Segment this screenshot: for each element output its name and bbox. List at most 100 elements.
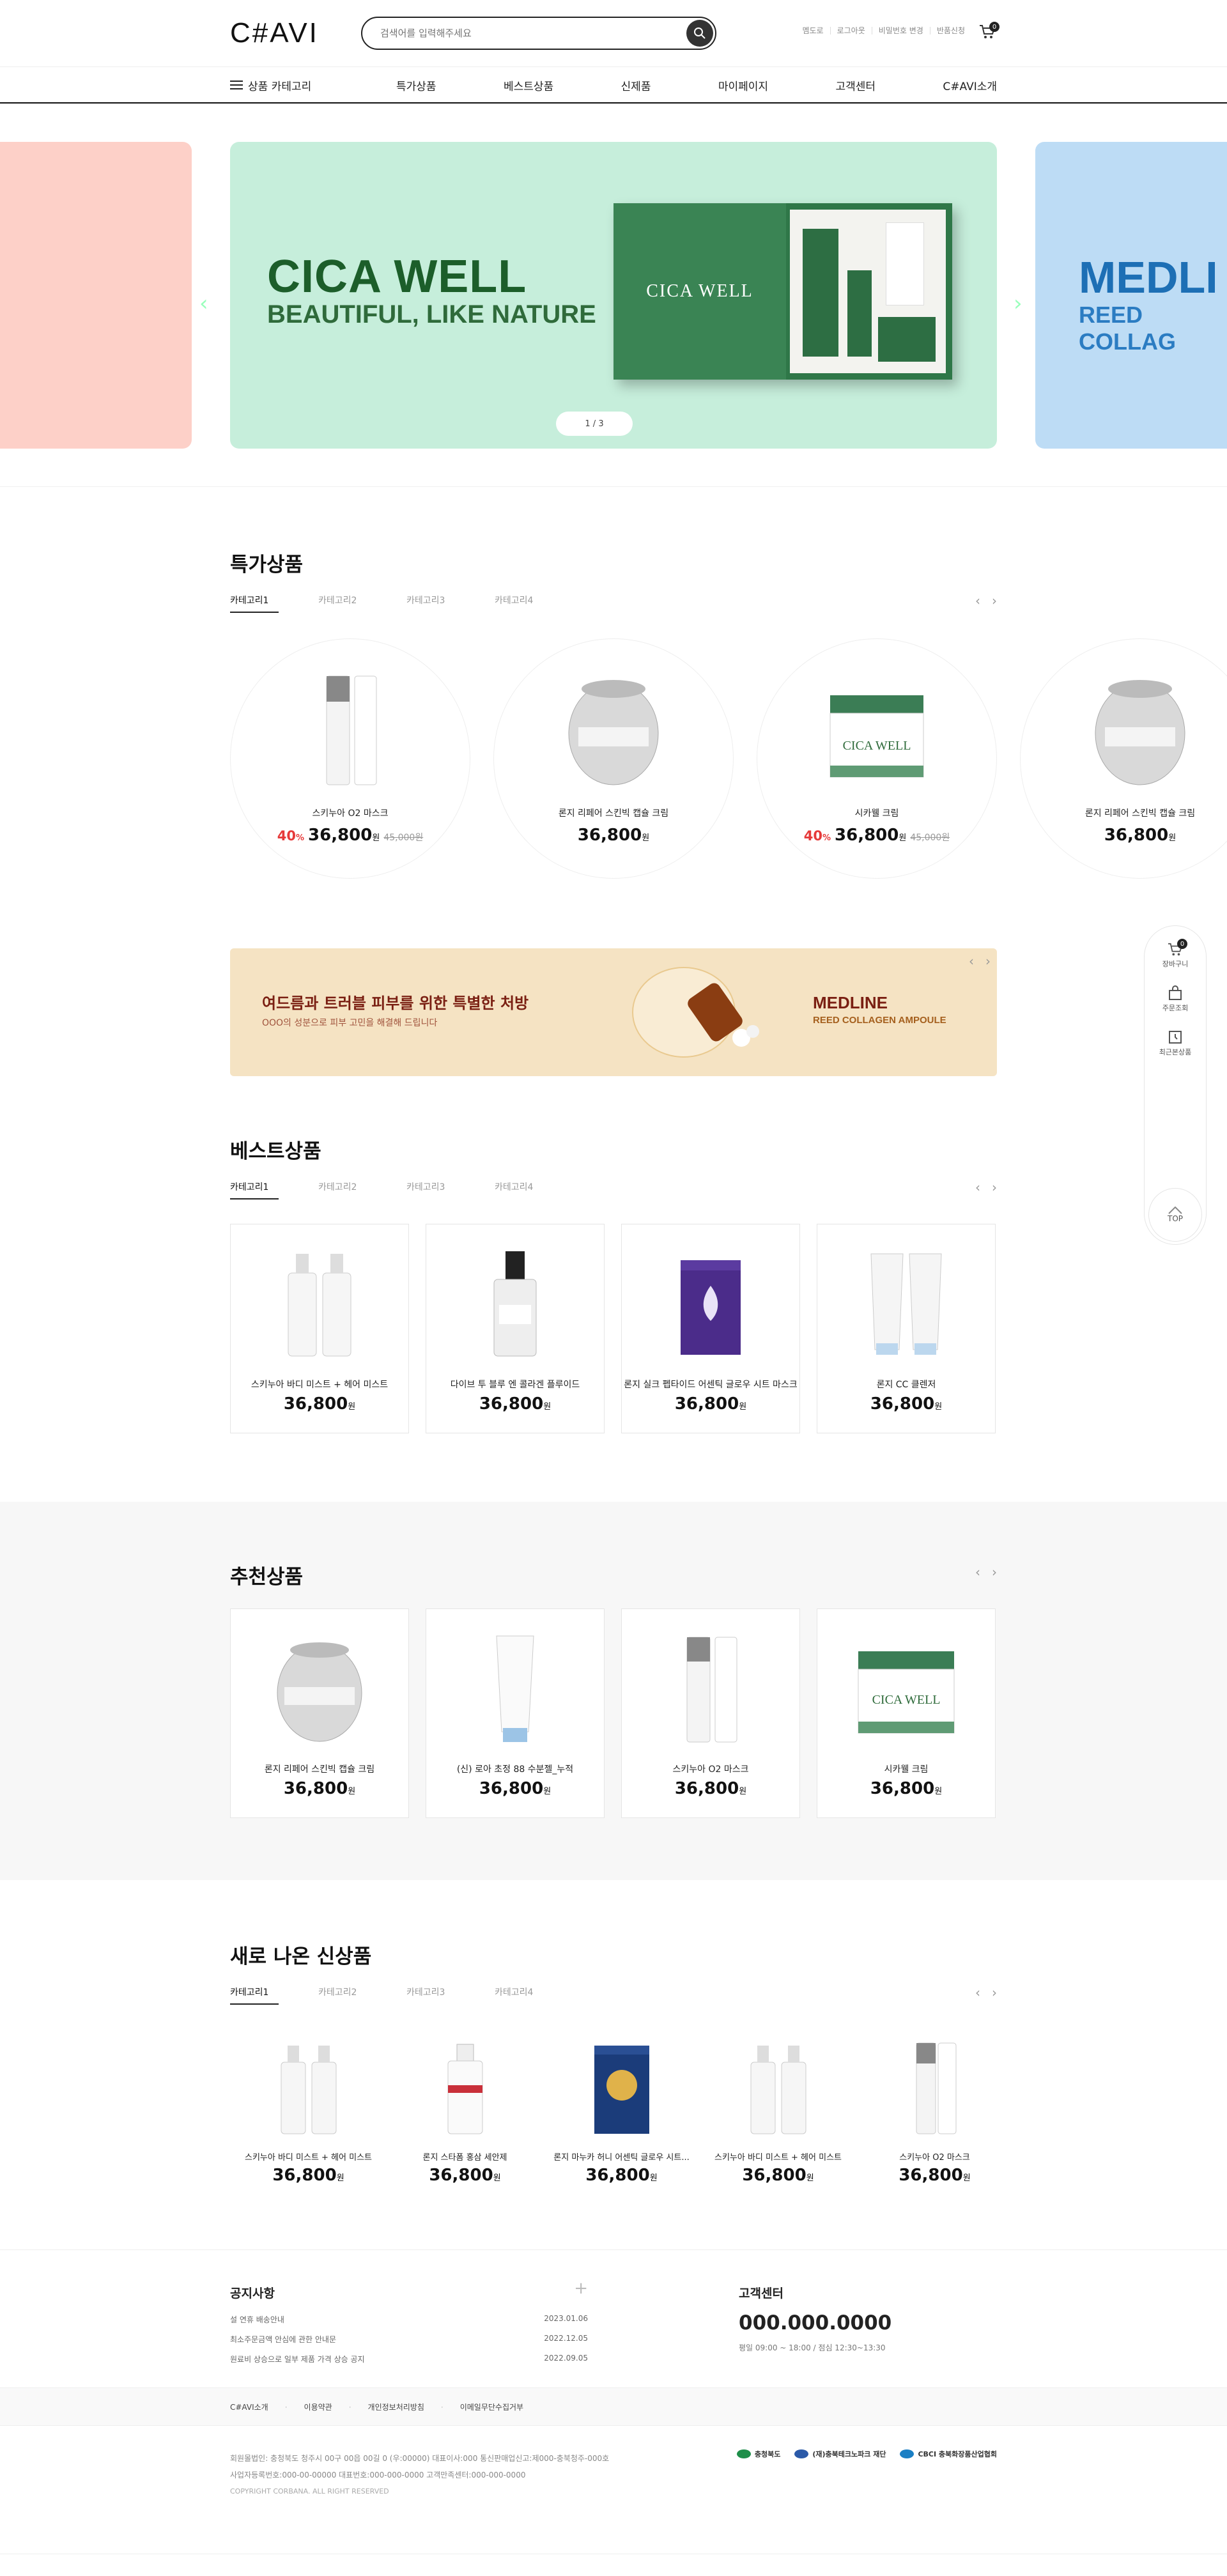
product-card[interactable]: 스키누아 O2 마스크 36,800원: [621, 1608, 800, 1818]
nav-item-special[interactable]: 특가상품: [396, 77, 436, 93]
quick-recent[interactable]: 최근본상품: [1145, 1030, 1206, 1057]
product-name: 스키누아 O2 마스크: [312, 808, 389, 819]
tab-category-3[interactable]: 카테고리3: [406, 1180, 495, 1199]
next-arrow-icon[interactable]: ›: [992, 593, 997, 608]
util-link[interactable]: 로그아웃: [830, 27, 872, 35]
partner-logo[interactable]: 충청북도: [736, 2449, 780, 2459]
prev-arrow-icon[interactable]: ‹: [975, 1985, 980, 2000]
notice-item[interactable]: 원료비 상승으로 일부 제품 가격 상승 공지 2022.09.05: [230, 2354, 588, 2364]
product-card[interactable]: 론지 스타폼 홍삼 세안제 36,800원: [387, 2034, 543, 2207]
product-image: [686, 1637, 737, 1743]
tab-category-3[interactable]: 카테고리3: [406, 594, 495, 613]
nav-item-about[interactable]: C#AVI소개: [943, 77, 997, 93]
search-icon: [694, 27, 706, 39]
product-image: [493, 1251, 537, 1357]
product-name: 스키누아 바디 미스트 + 헤어 미스트: [251, 1380, 389, 1390]
product-card[interactable]: 론지 마누카 허니 어센틱 글로우 시트... 36,800원: [543, 2034, 700, 2207]
product-price: 36,800원: [479, 1394, 552, 1414]
cs-hours: 평일 09:00 ~ 18:00 / 점심 12:30~13:30: [739, 2343, 886, 2352]
footer-link-about[interactable]: C#AVI소개: [230, 2388, 285, 2426]
product-card[interactable]: CICA WELL 시카웰 크림 36,800원: [817, 1608, 996, 1818]
nav-item-new[interactable]: 신제품: [621, 77, 651, 93]
best-section: 베스트상품 카테고리1 카테고리2 카테고리3 카테고리4 ‹ › 스키누아 바…: [230, 1135, 997, 1433]
search-button[interactable]: [686, 20, 713, 47]
footer-link-email[interactable]: 이메일무단수집거부: [460, 2388, 540, 2426]
tab-category-1[interactable]: 카테고리1: [230, 594, 279, 613]
section-title: 새로 나온 신상품: [230, 1945, 372, 1968]
prev-arrow-icon[interactable]: ‹: [975, 593, 980, 608]
product-card[interactable]: 론지 리페어 스킨빅 캡슐 크림 36,800원: [493, 638, 734, 879]
tab-category-4[interactable]: 카테고리4: [495, 1986, 583, 2005]
product-image: [870, 1253, 942, 1355]
product-card[interactable]: 다이브 투 블루 엔 콜라겐 플루이드 36,800원: [426, 1224, 605, 1433]
product-card[interactable]: 론지 CC 클렌저 36,800원: [817, 1224, 996, 1433]
tab-category-1[interactable]: 카테고리1: [230, 1986, 279, 2005]
tab-category-3[interactable]: 카테고리3: [406, 1986, 495, 2005]
site-logo[interactable]: C#AVI: [230, 17, 361, 49]
footer-link-privacy[interactable]: 개인정보처리방침: [368, 2388, 441, 2426]
util-link[interactable]: 반품신청: [929, 27, 971, 35]
prev-arrow-icon[interactable]: ‹: [975, 1180, 980, 1195]
cs-title: 고객센터: [739, 2287, 783, 2301]
hero-next-arrow[interactable]: ›: [1014, 293, 1022, 314]
hero-slide-next[interactable]: MEDLI REED COLLAG: [1035, 142, 1227, 449]
nav-item-support[interactable]: 고객센터: [835, 77, 876, 93]
util-link[interactable]: 멤도로: [796, 27, 830, 35]
promo-brand: MEDLINE: [813, 993, 888, 1012]
product-card[interactable]: 론지 리페어 스킨빅 캡슐 크림 36,800원: [230, 1608, 409, 1818]
product-image: [681, 1260, 741, 1355]
product-card[interactable]: 스키누아 바디 미스트 + 헤어 미스트 36,800원: [230, 1224, 409, 1433]
customer-center: 고객센터 000.000.0000 평일 09:00 ~ 18:00 / 점심 …: [739, 2284, 891, 2353]
quick-cart[interactable]: 0 장바구니: [1145, 939, 1206, 969]
product-card[interactable]: 론지 리페어 스킨빅 캡슐 크림 36,800원: [1020, 638, 1227, 879]
hero-prev-arrow[interactable]: ‹: [199, 293, 208, 314]
search-input[interactable]: [380, 27, 661, 39]
tab-category-2[interactable]: 카테고리2: [318, 1986, 406, 2005]
quick-menu: 0 장바구니 주문조회 최근본상품 TOP: [1144, 925, 1207, 1245]
product-card[interactable]: (신) 로아 초정 88 수분젤_누적 36,800원: [426, 1608, 605, 1818]
next-arrow-icon[interactable]: ›: [985, 953, 991, 969]
product-price: 36,800원: [870, 1394, 943, 1414]
plus-icon[interactable]: +: [574, 2279, 588, 2298]
hero-slide-prev[interactable]: [0, 142, 192, 449]
tab-category-4[interactable]: 카테고리4: [495, 594, 583, 613]
tab-category-4[interactable]: 카테고리4: [495, 1180, 583, 1199]
footer-link-terms[interactable]: 이용약관: [304, 2388, 349, 2426]
clock-icon: [1169, 1031, 1182, 1044]
category-menu-button[interactable]: 상품 카테고리: [230, 77, 396, 93]
product-card[interactable]: 론지 실크 펩타이드 어센틱 글로우 시트 마스크 36,800원: [621, 1224, 800, 1433]
header: C#AVI 멤도로 로그아웃 비밀번호 변경 반품신청 0: [0, 0, 1227, 66]
product-name: 론지 리페어 스킨빅 캡슐 크림: [264, 1764, 375, 1775]
next-arrow-icon[interactable]: ›: [992, 1985, 997, 2000]
product-card[interactable]: 스키누아 O2 마스크 36,800원: [856, 2034, 1013, 2207]
partner-logo[interactable]: (재)충북테크노파크 재단: [794, 2449, 886, 2459]
notice-item[interactable]: 설 연휴 배송안내 2023.01.06: [230, 2314, 588, 2325]
product-card[interactable]: 스키누아 O2 마스크 40% 36,800원 45,000원: [230, 638, 470, 879]
hamburger-icon: [230, 81, 243, 89]
cs-phone: 000.000.0000: [739, 2311, 892, 2334]
nav-item-best[interactable]: 베스트상품: [504, 77, 553, 93]
quick-order[interactable]: 주문조회: [1145, 985, 1206, 1013]
top-label: TOP: [1167, 1214, 1183, 1223]
promo-banner[interactable]: 여드름과 트러블 피부를 위한 특별한 처방 OOO의 성분으로 피부 고민을 …: [230, 948, 997, 1076]
next-arrow-icon[interactable]: ›: [992, 1180, 997, 1195]
util-link[interactable]: 비밀번호 변경: [871, 27, 930, 35]
svg-text:CICA WELL: CICA WELL: [843, 739, 911, 753]
nav-item-mypage[interactable]: 마이페이지: [718, 77, 768, 93]
product-card[interactable]: 스키누아 바디 미스트 + 헤어 미스트 36,800원: [230, 2034, 387, 2207]
product-card[interactable]: CICA WELL 시카웰 크림 40% 36,800원 45,000원: [757, 638, 997, 879]
product-card[interactable]: 스키누아 바디 미스트 + 헤어 미스트 36,800원: [700, 2034, 856, 2207]
partner-logo[interactable]: CBCI 충북화장품산업협회: [900, 2449, 997, 2459]
tab-category-2[interactable]: 카테고리2: [318, 1180, 406, 1199]
tab-category-2[interactable]: 카테고리2: [318, 594, 406, 613]
hero-slide-current[interactable]: CICA WELL BEAUTIFUL, LIKE NATURE CICA WE…: [230, 142, 997, 449]
scroll-top-button[interactable]: TOP: [1148, 1188, 1202, 1242]
prev-arrow-icon[interactable]: ‹: [975, 1564, 980, 1580]
notice-item[interactable]: 최소주문금액 안심에 관한 안내문 2022.12.05: [230, 2334, 588, 2345]
cart-button[interactable]: 0: [979, 22, 999, 41]
next-arrow-icon[interactable]: ›: [992, 1564, 997, 1580]
tab-category-1[interactable]: 카테고리1: [230, 1180, 279, 1199]
product-image: [326, 675, 377, 785]
prev-arrow-icon[interactable]: ‹: [969, 953, 974, 969]
product-image: [750, 2046, 806, 2134]
